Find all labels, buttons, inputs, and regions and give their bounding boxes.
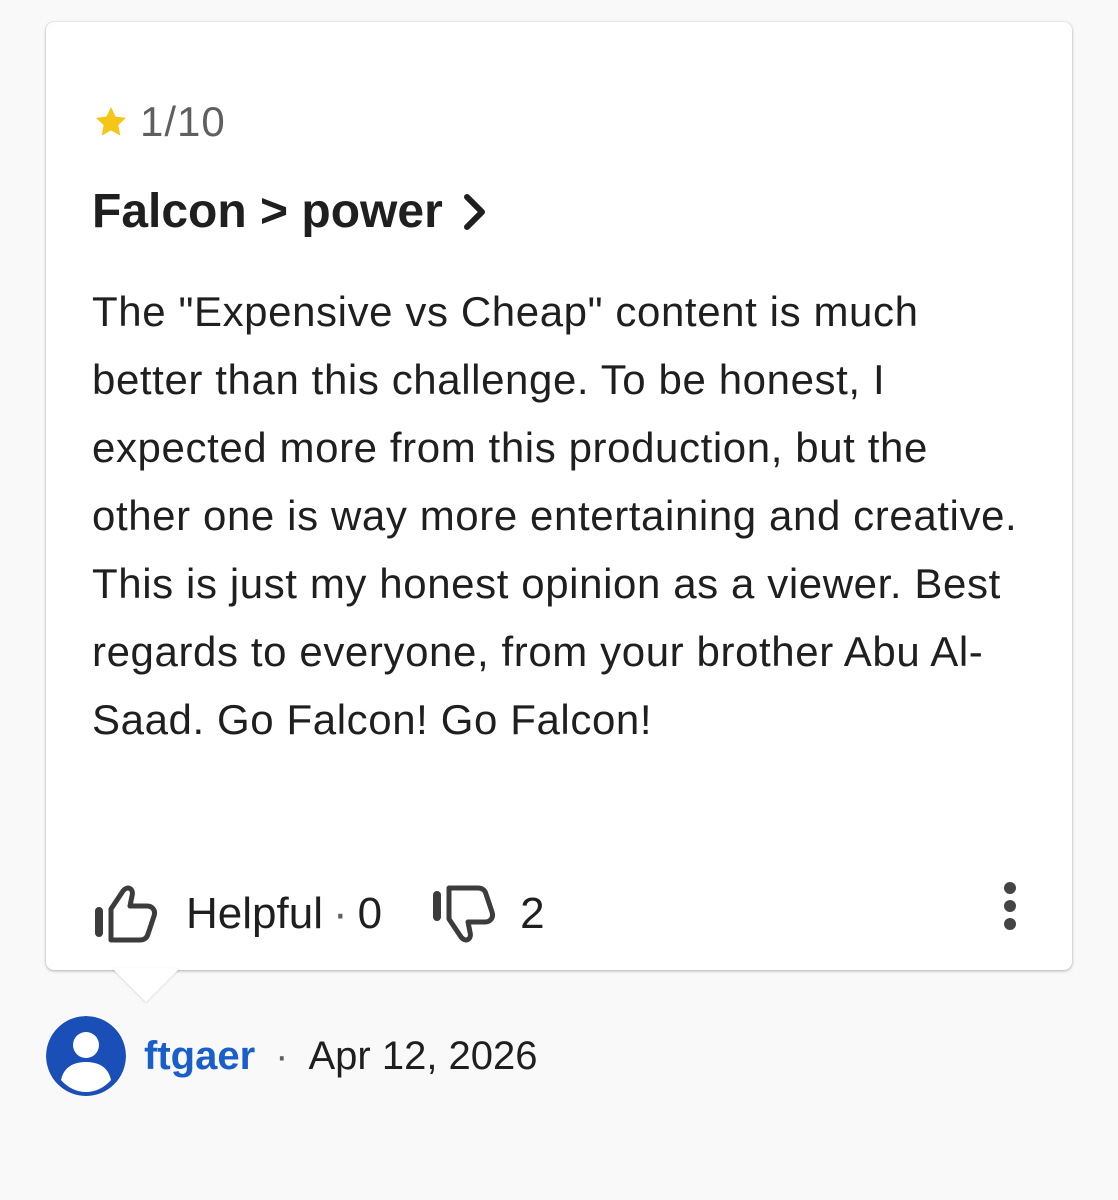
card-pointer (112, 968, 180, 1002)
not-helpful-button[interactable]: 2 (430, 885, 545, 943)
author-separator: · (275, 1033, 289, 1078)
thumbs-down-icon (433, 885, 496, 943)
more-vert-icon (1004, 882, 1016, 930)
review-body: The "Expensive vs Cheap" content is much… (92, 288, 1018, 743)
review-author: ftgaer · Apr 12, 2026 (46, 1016, 538, 1096)
helpful-button[interactable]: Helpful · 0 (92, 885, 382, 943)
rating-value: 1/10 (140, 98, 226, 145)
review-actions: Helpful · 0 2 (92, 866, 545, 962)
review-card: 1/10 Falcon > power The "Expensive vs Ch… (46, 22, 1072, 970)
star-icon (95, 106, 127, 136)
review-title: Falcon > power (92, 185, 443, 238)
not-helpful-count: 2 (520, 889, 545, 938)
review-rating: 1/10 (92, 98, 226, 146)
review-date: Apr 12, 2026 (308, 1033, 538, 1078)
thumbs-up-icon (95, 885, 157, 943)
avatar[interactable] (46, 1016, 126, 1096)
helpful-label: Helpful (186, 889, 323, 938)
helpful-count: 0 (357, 889, 383, 938)
review-title-link[interactable]: Falcon > power (92, 184, 489, 239)
author-name-link[interactable]: ftgaer (144, 1034, 255, 1079)
person-icon (46, 1016, 126, 1096)
helpful-separator: · (332, 889, 348, 938)
more-options-button[interactable] (986, 874, 1034, 938)
chevron-right-icon (463, 193, 485, 230)
